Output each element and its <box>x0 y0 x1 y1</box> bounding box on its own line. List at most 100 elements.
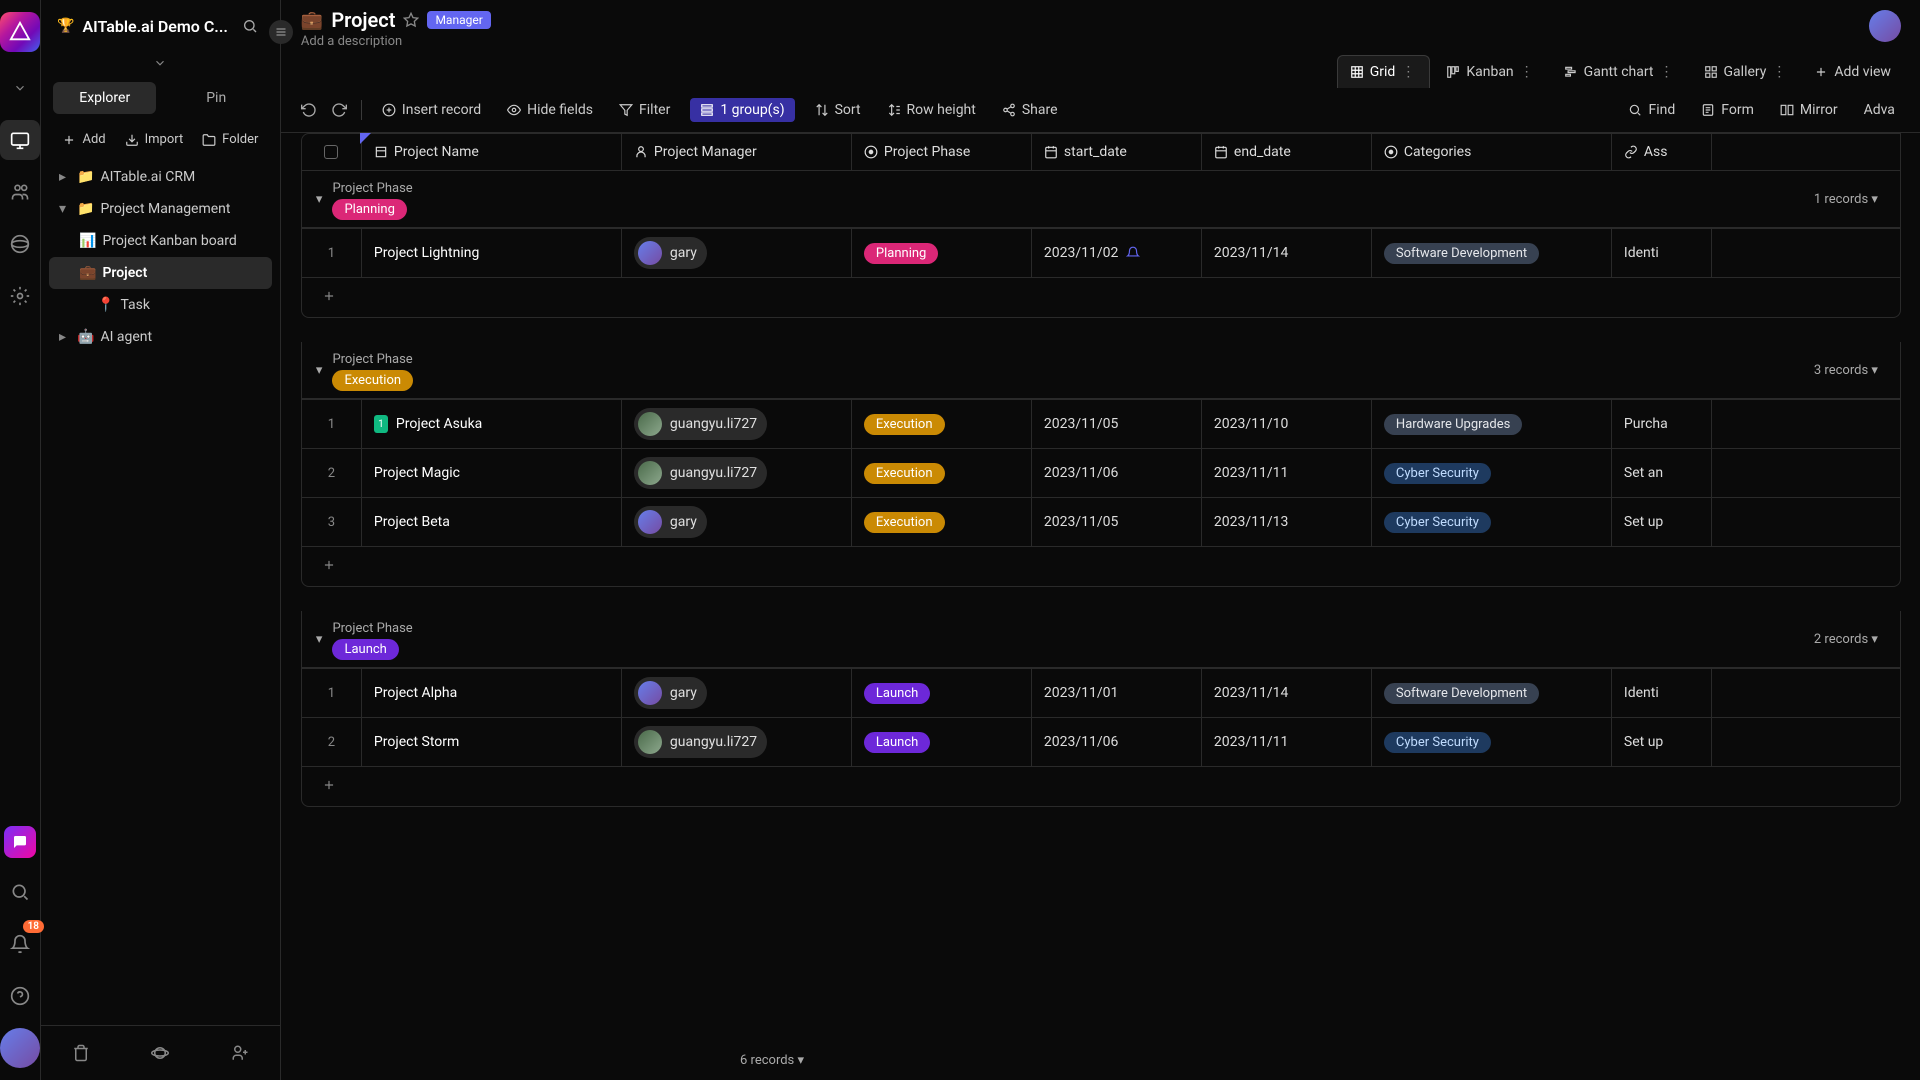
app-logo[interactable] <box>0 12 40 52</box>
discover-icon[interactable] <box>0 224 40 264</box>
sidebar-add-button[interactable]: Add <box>62 132 105 147</box>
col-name[interactable]: Project Name <box>362 134 622 170</box>
row-index[interactable]: 1 <box>302 400 362 448</box>
groups-button[interactable]: 1 group(s) <box>690 98 794 122</box>
cell-category[interactable]: Cyber Security <box>1372 449 1612 497</box>
chevron-down-icon[interactable]: ▾ <box>316 192 323 207</box>
add-view-button[interactable]: Add view <box>1804 58 1901 86</box>
tree-item-pm[interactable]: ▾📁Project Management <box>49 193 272 225</box>
person-chip[interactable]: guangyu.li727 <box>634 457 767 489</box>
table-row[interactable]: 3 Project Beta gary Execution 2023/11/05… <box>302 497 1900 546</box>
table-row[interactable]: 1 1Project Asuka guangyu.li727 Execution… <box>302 399 1900 448</box>
cell-end-date[interactable]: 2023/11/10 <box>1202 400 1372 448</box>
chat-icon[interactable] <box>4 826 36 858</box>
cell-name[interactable]: Project Beta <box>362 498 622 546</box>
col-manager[interactable]: Project Manager <box>622 134 852 170</box>
col-categories[interactable]: Categories <box>1372 134 1612 170</box>
help-icon[interactable] <box>0 976 40 1016</box>
tree-item-kanban[interactable]: 📊Project Kanban board <box>49 225 272 257</box>
chevron-down-icon[interactable] <box>41 52 280 74</box>
chevron-down-icon[interactable]: ▾ <box>316 632 323 647</box>
cell-assoc[interactable]: Set up <box>1612 718 1712 766</box>
person-chip[interactable]: guangyu.li727 <box>634 408 767 440</box>
cell-manager[interactable]: gary <box>622 498 852 546</box>
sidebar-import-button[interactable]: Import <box>125 132 184 147</box>
mirror-button[interactable]: Mirror <box>1774 98 1844 122</box>
cell-assoc[interactable]: Purcha <box>1612 400 1712 448</box>
table-row[interactable]: 1 Project Alpha gary Launch 2023/11/01 2… <box>302 668 1900 717</box>
tree-item-project[interactable]: 💼Project <box>49 257 272 289</box>
cell-assoc[interactable]: Identi <box>1612 669 1712 717</box>
cell-phase[interactable]: Planning <box>852 229 1032 277</box>
cell-name[interactable]: Project Storm <box>362 718 622 766</box>
row-index[interactable]: 2 <box>302 718 362 766</box>
col-start-date[interactable]: start_date <box>1032 134 1202 170</box>
row-index[interactable]: 2 <box>302 449 362 497</box>
cell-assoc[interactable]: Identi <box>1612 229 1712 277</box>
table-row[interactable]: 2 Project Magic guangyu.li727 Execution … <box>302 448 1900 497</box>
person-chip[interactable]: gary <box>634 677 707 709</box>
cell-name[interactable]: Project Alpha <box>362 669 622 717</box>
cell-manager[interactable]: gary <box>622 669 852 717</box>
tab-pin[interactable]: Pin <box>164 82 267 114</box>
sidebar-folder-button[interactable]: Folder <box>202 132 258 147</box>
cell-assoc[interactable]: Set up <box>1612 498 1712 546</box>
star-icon[interactable] <box>403 12 419 28</box>
cell-manager[interactable]: guangyu.li727 <box>622 400 852 448</box>
more-icon[interactable]: ⋮ <box>1401 64 1417 80</box>
sidebar-search-icon[interactable] <box>236 12 264 40</box>
cell-end-date[interactable]: 2023/11/14 <box>1202 229 1372 277</box>
cell-category[interactable]: Software Development <box>1372 229 1612 277</box>
cell-name[interactable]: Project Lightning <box>362 229 622 277</box>
share-button[interactable]: Share <box>996 98 1064 122</box>
cell-assoc[interactable]: Set an <box>1612 449 1712 497</box>
col-assoc[interactable]: Ass <box>1612 134 1712 170</box>
cell-category[interactable]: Cyber Security <box>1372 498 1612 546</box>
cell-phase[interactable]: Execution <box>852 400 1032 448</box>
more-icon[interactable]: ⋮ <box>1520 64 1536 80</box>
cell-name[interactable]: Project Magic <box>362 449 622 497</box>
description-input[interactable]: Add a description <box>301 34 1901 49</box>
user-avatar[interactable] <box>1869 10 1901 42</box>
cell-start-date[interactable]: 2023/11/05 <box>1032 498 1202 546</box>
sort-button[interactable]: Sort <box>809 98 867 122</box>
workspace-icon[interactable] <box>0 120 40 160</box>
cell-phase[interactable]: Execution <box>852 498 1032 546</box>
col-checkbox[interactable] <box>302 134 362 170</box>
rowheight-button[interactable]: Row height <box>881 98 982 122</box>
collapse-space-icon[interactable] <box>0 68 40 108</box>
tab-explorer[interactable]: Explorer <box>53 82 156 114</box>
cell-end-date[interactable]: 2023/11/11 <box>1202 718 1372 766</box>
add-row-button[interactable] <box>302 766 1900 806</box>
cell-start-date[interactable]: 2023/11/02 <box>1032 229 1202 277</box>
cell-start-date[interactable]: 2023/11/06 <box>1032 718 1202 766</box>
table-row[interactable]: 2 Project Storm guangyu.li727 Launch 202… <box>302 717 1900 766</box>
more-icon[interactable]: ⋮ <box>1660 64 1676 80</box>
cell-end-date[interactable]: 2023/11/14 <box>1202 669 1372 717</box>
view-tab-gallery[interactable]: Gallery⋮ <box>1692 56 1801 88</box>
undo-icon[interactable] <box>301 102 317 118</box>
table-row[interactable]: 1 Project Lightning gary Planning 2023/1… <box>302 228 1900 277</box>
tree-item-agent[interactable]: ▸🤖AI agent <box>49 321 272 353</box>
tree-item-crm[interactable]: ▸📁AITable.ai CRM <box>49 161 272 193</box>
more-icon[interactable]: ⋮ <box>1772 64 1788 80</box>
person-chip[interactable]: gary <box>634 237 707 269</box>
hide-fields-button[interactable]: Hide fields <box>501 98 599 122</box>
find-button[interactable]: Find <box>1622 98 1681 122</box>
cell-phase[interactable]: Launch <box>852 669 1032 717</box>
tree-item-task[interactable]: 📍Task <box>49 289 272 321</box>
cell-start-date[interactable]: 2023/11/01 <box>1032 669 1202 717</box>
row-index[interactable]: 1 <box>302 229 362 277</box>
view-tab-kanban[interactable]: Kanban⋮ <box>1434 56 1547 88</box>
user-avatar[interactable] <box>0 1028 40 1068</box>
settings-icon[interactable] <box>0 276 40 316</box>
search-icon[interactable] <box>0 872 40 912</box>
person-chip[interactable]: gary <box>634 506 707 538</box>
cell-category[interactable]: Cyber Security <box>1372 718 1612 766</box>
contacts-icon[interactable] <box>0 172 40 212</box>
advanced-button[interactable]: Adva <box>1858 98 1901 122</box>
view-tab-gantt[interactable]: Gantt chart⋮ <box>1552 56 1688 88</box>
cell-phase[interactable]: Launch <box>852 718 1032 766</box>
cell-manager[interactable]: gary <box>622 229 852 277</box>
cell-start-date[interactable]: 2023/11/05 <box>1032 400 1202 448</box>
